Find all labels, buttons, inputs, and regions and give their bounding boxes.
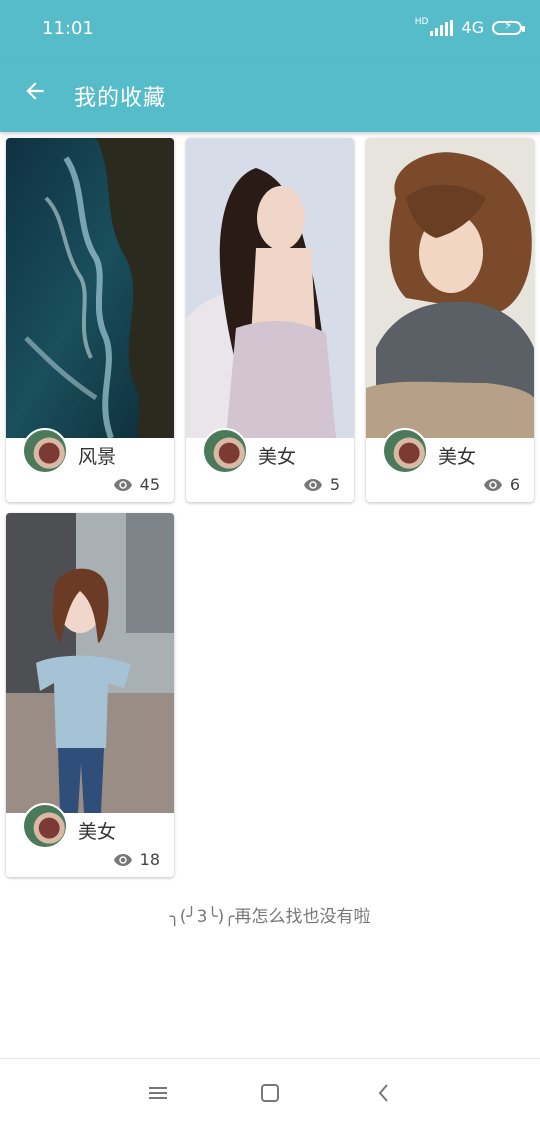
eye-icon <box>113 853 132 866</box>
end-of-list-message: ╮(╯3╰)╭再怎么找也没有啦 <box>169 907 371 927</box>
view-count-value: 6 <box>509 475 520 494</box>
view-count: 18 <box>113 850 160 869</box>
favorite-card[interactable]: 美女 18 <box>6 513 174 877</box>
avatar <box>22 803 68 849</box>
status-indicators: HD 4G ⚡ <box>414 16 525 37</box>
back-button[interactable] <box>18 74 52 108</box>
card-image <box>366 138 534 438</box>
eye-icon <box>113 478 132 491</box>
home-button[interactable] <box>258 1081 282 1105</box>
recent-apps-button[interactable] <box>146 1081 170 1105</box>
system-back-button[interactable] <box>372 1081 396 1105</box>
view-count-value: 5 <box>329 475 340 494</box>
view-count-value: 45 <box>139 475 160 494</box>
favorite-card[interactable]: 风景 45 <box>6 138 174 502</box>
card-title: 美女 <box>258 446 297 468</box>
menu-icon <box>149 1087 167 1099</box>
view-count: 5 <box>303 475 340 494</box>
card-title: 美女 <box>438 446 477 468</box>
avatar <box>382 428 428 474</box>
card-image <box>6 138 174 438</box>
view-count: 6 <box>483 475 520 494</box>
arrow-left-icon <box>26 82 44 100</box>
card-image <box>186 138 354 438</box>
app-bar: 我的收藏 <box>0 60 540 132</box>
status-bar: 11:01 HD 4G ⚡ <box>0 0 540 60</box>
status-time: 11:01 <box>42 18 94 39</box>
card-title: 风景 <box>78 446 117 468</box>
system-nav-bar <box>0 1058 540 1125</box>
eye-icon <box>483 478 502 491</box>
avatar <box>202 428 248 474</box>
view-count-value: 18 <box>139 850 160 869</box>
network-label: 4G <box>461 18 484 37</box>
favorite-card[interactable]: 美女 6 <box>366 138 534 502</box>
view-count: 45 <box>113 475 160 494</box>
square-icon <box>261 1084 279 1102</box>
hd-label: HD <box>414 16 429 27</box>
card-image <box>6 513 174 813</box>
favorite-card[interactable]: 美女 5 <box>186 138 354 502</box>
battery-icon: ⚡ <box>492 18 525 35</box>
chevron-left-icon <box>378 1084 388 1102</box>
card-title: 美女 <box>78 821 117 843</box>
eye-icon <box>303 478 322 491</box>
page-title: 我的收藏 <box>74 86 167 111</box>
signal-icon <box>430 19 454 36</box>
avatar <box>22 428 68 474</box>
